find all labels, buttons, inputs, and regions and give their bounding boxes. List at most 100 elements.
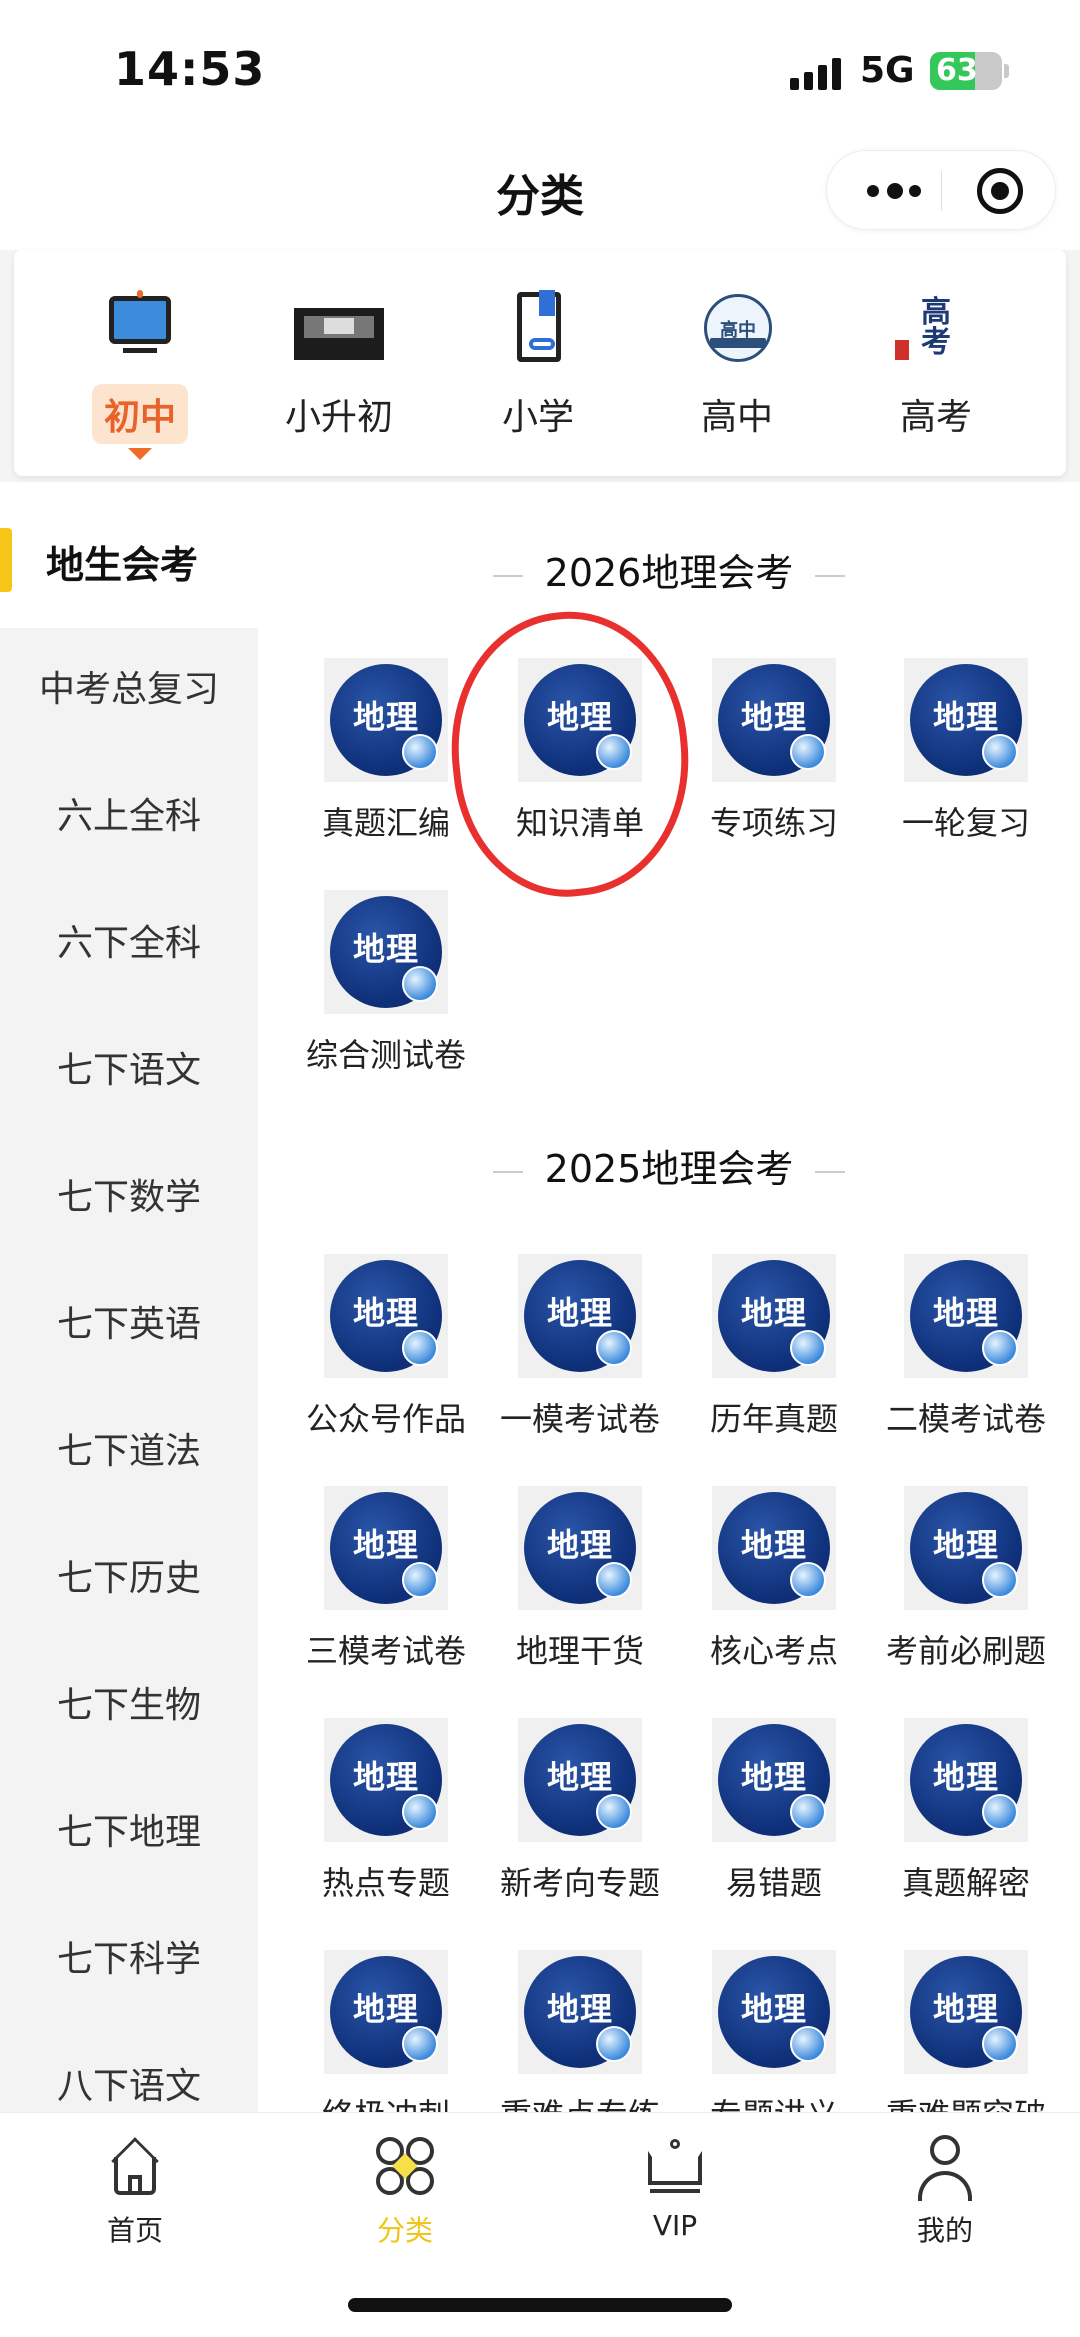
geography-thumbnail: 地理 bbox=[712, 1718, 836, 1842]
tab-category[interactable]: 分类 bbox=[305, 2131, 505, 2249]
thumbnail-label: 地理 bbox=[932, 698, 999, 736]
tab-mine[interactable]: 我的 bbox=[845, 2131, 1045, 2249]
sidebar-item[interactable]: 八下语文 bbox=[0, 2057, 258, 2109]
resource-label: 公众号作品 bbox=[305, 1400, 466, 1438]
battery-level: 63 bbox=[936, 53, 978, 88]
sidebar-item[interactable]: 七下数学 bbox=[0, 1168, 258, 1220]
resource-item[interactable]: 地理 综合测试卷 bbox=[290, 890, 482, 1076]
resource-label: 新考向专题 bbox=[499, 1864, 660, 1902]
sidebar-item-active[interactable]: 地生会考 bbox=[0, 482, 258, 628]
resource-item[interactable]: 地理 易错题 bbox=[678, 1718, 870, 1904]
category-label: 初中 bbox=[91, 384, 188, 444]
tab-senior-high[interactable]: 高中 高中 bbox=[657, 290, 817, 444]
sidebar-item[interactable]: 七下历史 bbox=[0, 1549, 258, 1601]
resource-item[interactable]: 地理 历年真题 bbox=[678, 1254, 870, 1440]
resource-item[interactable]: 地理 考前必刷题 bbox=[870, 1486, 1062, 1672]
thumbnail-label: 地理 bbox=[546, 1990, 613, 2028]
tab-primary[interactable]: 小学 bbox=[458, 290, 618, 444]
globe-icon bbox=[596, 2026, 632, 2062]
resource-item[interactable]: 地理 核心考点 bbox=[678, 1486, 870, 1672]
geography-thumbnail: 地理 bbox=[904, 1718, 1028, 1842]
resource-item[interactable]: 地理 新考向专题 bbox=[484, 1718, 676, 1904]
resource-label: 专项练习 bbox=[709, 804, 838, 842]
tab-gaokao[interactable]: 高考高考 bbox=[856, 290, 1016, 444]
resource-label: 综合测试卷 bbox=[305, 1036, 466, 1074]
resource-label: 重难点专练 bbox=[484, 2090, 676, 2112]
tab-primary-to-junior[interactable]: 小升初 bbox=[259, 290, 419, 444]
geography-thumbnail: 地理 bbox=[904, 658, 1028, 782]
resource-label: 核心考点 bbox=[709, 1632, 838, 1670]
globe-icon bbox=[982, 2026, 1018, 2062]
more-icon[interactable] bbox=[867, 179, 923, 203]
thumbnail-label: 地理 bbox=[740, 1526, 807, 1564]
geography-thumbnail: 地理 bbox=[712, 1254, 836, 1378]
resource-item[interactable]: 地理 三模考试卷 bbox=[290, 1486, 482, 1672]
gaokao-logo-icon: 高考 bbox=[891, 290, 981, 370]
globe-icon bbox=[402, 1562, 438, 1598]
resource-item[interactable]: 地理 一模考试卷 bbox=[484, 1254, 676, 1440]
geography-thumbnail: 地理 bbox=[712, 1486, 836, 1610]
thumbnail-label: 地理 bbox=[352, 930, 419, 968]
monitor-icon bbox=[95, 290, 185, 370]
category-label: 高中 bbox=[700, 397, 773, 438]
resource-item[interactable]: 地理重难题突破 bbox=[870, 1950, 1062, 2112]
resource-item[interactable]: 地理终极冲刺 bbox=[290, 1950, 482, 2112]
thumbnail-label: 地理 bbox=[740, 1294, 807, 1332]
resource-item[interactable]: 地理 公众号作品 bbox=[290, 1254, 482, 1440]
sidebar-item[interactable]: 七下地理 bbox=[0, 1803, 258, 1855]
sidebar-item[interactable]: 六下全科 bbox=[0, 914, 258, 966]
sidebar-item[interactable]: 七下科学 bbox=[0, 1930, 258, 1982]
globe-icon bbox=[596, 1794, 632, 1830]
resource-item[interactable]: 地理专题讲义 bbox=[678, 1950, 870, 2112]
high-school-badge-icon: 高中 bbox=[692, 290, 782, 370]
crown-icon bbox=[640, 2131, 710, 2201]
globe-icon bbox=[790, 734, 826, 770]
resource-item[interactable]: 地理 地理干货 bbox=[484, 1486, 676, 1672]
resource-item[interactable]: 地理 二模考试卷 bbox=[870, 1254, 1062, 1440]
section-title: 2026地理会考 bbox=[258, 542, 1080, 597]
resource-item[interactable]: 地理重难点专练 bbox=[484, 1950, 676, 2112]
resource-item[interactable]: 地理 热点专题 bbox=[290, 1718, 482, 1904]
geography-thumbnail: 地理 bbox=[324, 1486, 448, 1610]
tab-home[interactable]: 首页 bbox=[35, 2131, 235, 2249]
thumbnail-label: 地理 bbox=[546, 1294, 613, 1332]
category-label: 高考 bbox=[899, 397, 972, 438]
sidebar-item[interactable]: 七下生物 bbox=[0, 1676, 258, 1728]
tab-junior-high[interactable]: 初中 bbox=[60, 290, 220, 460]
close-target-icon[interactable] bbox=[977, 168, 1023, 214]
active-indicator bbox=[0, 528, 12, 592]
signal-icon bbox=[790, 58, 846, 90]
resource-item[interactable]: 地理 专项练习 bbox=[678, 658, 870, 844]
thumbnail-label: 地理 bbox=[932, 1294, 999, 1332]
resource-label: 真题汇编 bbox=[321, 804, 450, 842]
thumbnail-label: 地理 bbox=[932, 1758, 999, 1796]
globe-icon bbox=[402, 1794, 438, 1830]
thumbnail-label: 地理 bbox=[352, 1758, 419, 1796]
tab-vip[interactable]: VIP bbox=[575, 2131, 775, 2242]
thumbnail-label: 地理 bbox=[932, 1990, 999, 2028]
resource-item[interactable]: 地理 真题解密 bbox=[870, 1718, 1062, 1904]
sidebar-item[interactable]: 七下英语 bbox=[0, 1295, 258, 1347]
capsule-divider bbox=[941, 171, 942, 211]
resource-label: 历年真题 bbox=[709, 1400, 838, 1438]
geography-thumbnail: 地理 bbox=[518, 1486, 642, 1610]
category-icon bbox=[370, 2131, 440, 2201]
sidebar-item[interactable]: 七下语文 bbox=[0, 1041, 258, 1093]
globe-icon bbox=[982, 734, 1018, 770]
resource-item[interactable]: 地理 一轮复习 bbox=[870, 658, 1062, 844]
sidebar-item[interactable]: 六上全科 bbox=[0, 787, 258, 839]
resource-label: 一模考试卷 bbox=[499, 1400, 660, 1438]
thumbnail-label: 地理 bbox=[740, 1990, 807, 2028]
sidebar-item[interactable]: 七下道法 bbox=[0, 1422, 258, 1474]
globe-icon bbox=[402, 734, 438, 770]
resource-label: 二模考试卷 bbox=[885, 1400, 1046, 1438]
thumbnail-label: 地理 bbox=[352, 1294, 419, 1332]
globe-icon bbox=[982, 1794, 1018, 1830]
globe-icon bbox=[402, 2026, 438, 2062]
geography-thumbnail: 地理 bbox=[518, 1718, 642, 1842]
tab-label: 首页 bbox=[106, 2214, 163, 2247]
geography-thumbnail: 地理 bbox=[324, 1950, 448, 2074]
globe-icon bbox=[982, 1330, 1018, 1366]
thumbnail-label: 地理 bbox=[352, 698, 419, 736]
sidebar-item[interactable]: 中考总复习 bbox=[0, 660, 258, 712]
